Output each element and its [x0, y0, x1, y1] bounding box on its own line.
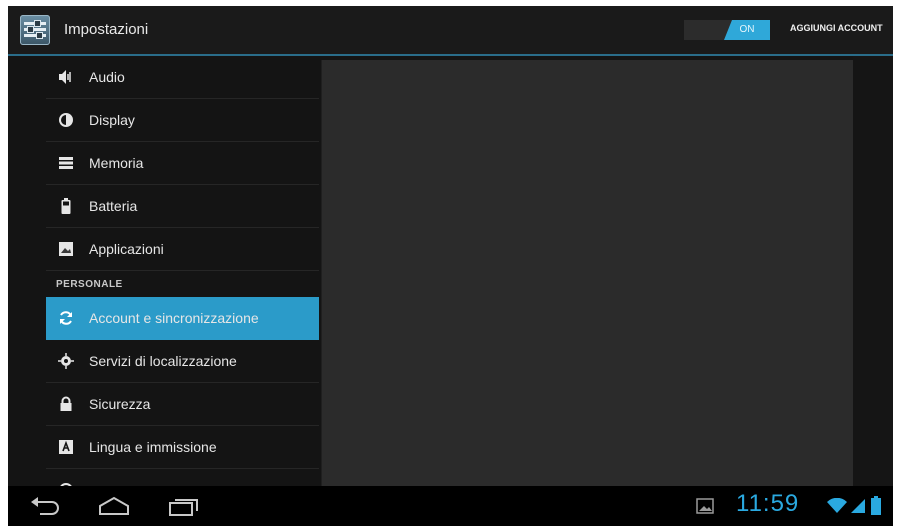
- section-header-personale: PERSONALE: [56, 279, 123, 290]
- back-icon[interactable]: [28, 494, 62, 518]
- sidebar-item-memoria[interactable]: Memoria: [46, 142, 319, 185]
- sidebar-item-account-sync[interactable]: Account e sincronizzazione: [46, 297, 319, 340]
- apps-icon: [58, 241, 74, 257]
- sidebar-item-label: Batteria: [89, 198, 138, 214]
- keyboard-letter-icon: [58, 439, 74, 455]
- battery-icon: [58, 198, 74, 214]
- sidebar-item-label: Audio: [89, 69, 125, 85]
- sidebar-item-label: Lingua e immissione: [89, 439, 217, 455]
- settings-app-icon[interactable]: [20, 15, 50, 45]
- sidebar-item-audio[interactable]: Audio: [46, 56, 319, 99]
- sidebar-item-label: Sicurezza: [89, 396, 151, 412]
- location-icon: [58, 353, 74, 369]
- sidebar-item-lingua[interactable]: Lingua e immissione: [46, 426, 319, 469]
- account-sync-toggle[interactable]: ON: [684, 20, 770, 40]
- action-bar: Impostazioni ON AGGIUNGI ACCOUNT: [8, 6, 893, 56]
- battery-status-icon: [870, 496, 882, 520]
- wifi-icon: [826, 498, 848, 522]
- tablet-screen: Impostazioni ON AGGIUNGI ACCOUNT Audio D…: [8, 6, 893, 526]
- right-margin: [853, 56, 893, 486]
- sidebar-item-applicazioni[interactable]: Applicazioni: [46, 228, 319, 271]
- sidebar-item-localizzazione[interactable]: Servizi di localizzazione: [46, 340, 319, 383]
- sync-icon: [58, 310, 74, 326]
- detail-pane: [321, 60, 853, 486]
- sidebar-item-label: Memoria: [89, 155, 144, 171]
- sidebar-item-batteria[interactable]: Batteria: [46, 185, 319, 228]
- sidebar-item-label: Display: [89, 112, 135, 128]
- toggle-on-label: ON: [724, 20, 770, 40]
- storage-icon: [58, 155, 74, 171]
- brightness-icon: [58, 112, 74, 128]
- recent-apps-icon[interactable]: [166, 494, 200, 518]
- system-nav-bar: 11:59: [8, 486, 893, 526]
- signal-icon: [850, 498, 866, 522]
- speaker-icon: [58, 69, 74, 85]
- page-title: Impostazioni: [64, 21, 149, 38]
- status-clock: 11:59: [736, 490, 800, 517]
- settings-list: Audio Display Memoria Batteria Applicazi: [46, 56, 319, 486]
- sidebar-item-label: Account e sincronizzazione: [89, 310, 259, 326]
- home-icon[interactable]: [96, 494, 132, 518]
- add-account-button[interactable]: AGGIUNGI ACCOUNT: [790, 23, 883, 33]
- sidebar-item-partial[interactable]: [46, 469, 319, 486]
- sidebar-item-display[interactable]: Display: [46, 99, 319, 142]
- sidebar-item-label: Applicazioni: [89, 241, 164, 257]
- sidebar-item-sicurezza[interactable]: Sicurezza: [46, 383, 319, 426]
- sidebar-item-label: Servizi di localizzazione: [89, 353, 237, 369]
- gallery-icon: [696, 498, 714, 522]
- lock-icon: [58, 396, 74, 412]
